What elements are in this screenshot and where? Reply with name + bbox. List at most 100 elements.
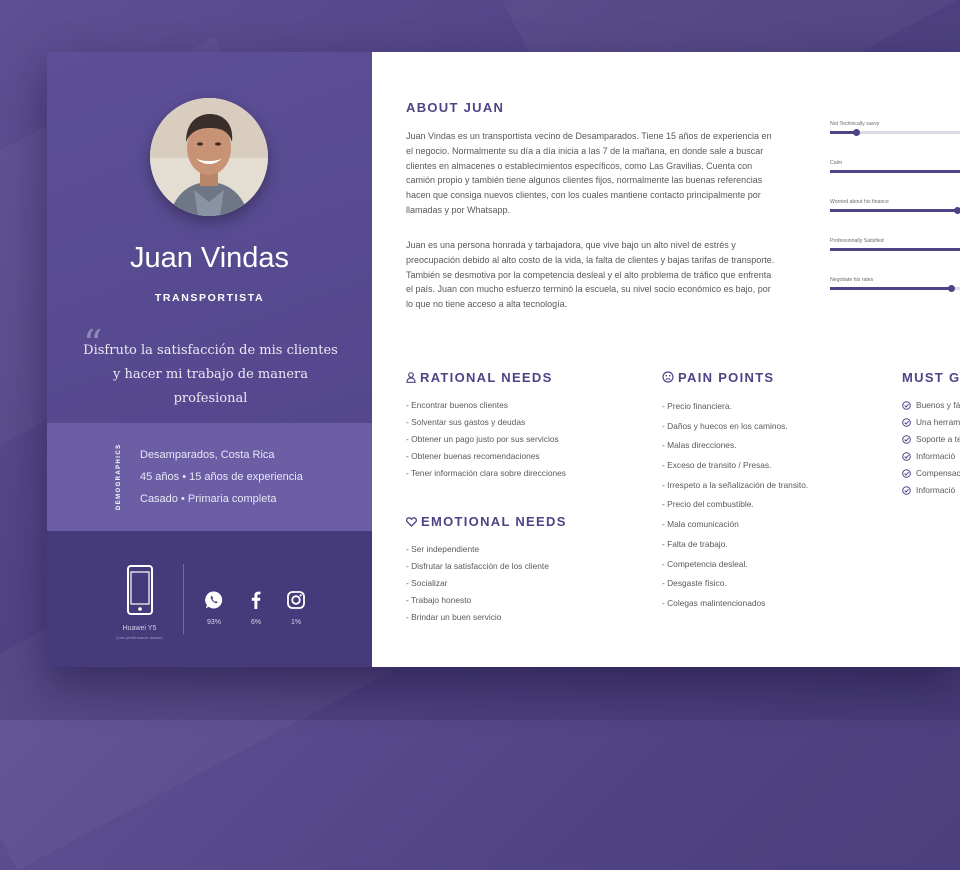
- list-item: Informació: [902, 448, 960, 465]
- list-item-text: - Precio financiera.: [662, 401, 732, 411]
- list-item: Una herram: [902, 414, 960, 431]
- trait-slider[interactable]: [830, 170, 960, 173]
- list-item: - Socializar: [406, 575, 549, 592]
- persona-role: TRANSPORTISTA: [154, 292, 265, 304]
- trait-label: Professionally Satisfied: [830, 238, 884, 244]
- list-item-text: Una herram: [916, 417, 960, 427]
- facebook-icon: [246, 590, 266, 610]
- list-item: - Brindar un buen servicio: [406, 609, 549, 626]
- about-paragraph-1: Juan Vindas es un transportista vecino d…: [406, 131, 772, 215]
- demographics-age: 45 años • 15 años de experiencia: [140, 471, 303, 483]
- list-item: Soporte a te: [902, 431, 960, 448]
- list-item-text: - Precio del combustible.: [662, 499, 754, 510]
- user-icon: [406, 371, 416, 386]
- trait-label: Not Technically savvy: [830, 121, 880, 127]
- list-item-text: - Obtener un pago justo por sus servicio…: [406, 434, 559, 444]
- list-item-text: - Daños y huecos en los caminos.: [662, 420, 788, 431]
- pain-points-label: PAIN POINTS: [678, 370, 775, 385]
- list-item-text: Soporte a te: [916, 434, 960, 444]
- device-name: Huawei Y5: [122, 625, 157, 632]
- list-item-text: - Encontrar buenos clientes: [406, 400, 508, 410]
- list-item: Compensac: [902, 465, 960, 482]
- whatsapp-usage: 93%: [206, 619, 221, 626]
- trait-slider-fill: [830, 170, 960, 173]
- list-item-text: - Obtener buenas recomendaciones: [406, 451, 540, 461]
- list-item: - Colegas malintencionados: [662, 594, 808, 614]
- list-item-text: Informació: [916, 451, 956, 461]
- trait-label: Calm: [830, 160, 843, 166]
- list-item: - Obtener un pago justo por sus servicio…: [406, 431, 566, 448]
- list-item-text: - Disfrutar la satisfacción de los clien…: [406, 561, 549, 571]
- instagram-icon: [286, 590, 306, 610]
- trait-slider[interactable]: [830, 207, 960, 214]
- list-item-text: - Brindar un buen servicio: [406, 612, 502, 622]
- list-item: - Ser independiente: [406, 541, 549, 558]
- about-paragraph-2: Juan es una persona honrada y tarbajador…: [406, 240, 775, 310]
- list-item: - Malas direcciones.: [662, 436, 808, 456]
- smartphone-icon: [127, 565, 153, 619]
- list-item-text: - Malas direcciones.: [662, 440, 737, 451]
- list-item-text: Compensac: [916, 468, 960, 478]
- list-item-text: - Competencia desleal.: [662, 558, 748, 569]
- list-item: - Precio financiera.: [662, 397, 808, 417]
- list-item: - Precio del combustible.: [662, 495, 808, 515]
- list-item-text: - Falta de trabajo.: [662, 538, 728, 549]
- list-item: - Exceso de transito / Presas.: [662, 456, 808, 476]
- must-get-title: MUST GE: [902, 370, 960, 385]
- list-item-text: - Mala comunicación: [662, 519, 739, 530]
- list-item-text: - Trabajo honesto: [406, 595, 472, 605]
- list-item: Buenos y fá: [902, 397, 960, 414]
- list-item-text: - Desgaste físico.: [662, 578, 727, 589]
- list-item-text: - Exceso de transito / Presas.: [662, 460, 772, 471]
- trait-slider-fill: [830, 248, 960, 251]
- device-subtitle: (Low performance device): [116, 635, 163, 640]
- demographics-title: DEMOGRAPHICS: [116, 443, 122, 510]
- demographics-status: Casado • Primaria completa: [140, 493, 277, 505]
- trait-slider[interactable]: [830, 129, 960, 136]
- check-icon: [902, 435, 911, 445]
- trait-slider-fill: [830, 287, 951, 290]
- facebook-usage: 6%: [250, 619, 262, 626]
- list-item-text: - Socializar: [406, 578, 448, 588]
- list-item-text: - Tener información clara sobre direccio…: [406, 468, 566, 478]
- check-icon: [902, 486, 911, 496]
- emotional-needs-title: EMOTIONAL NEEDS: [405, 514, 567, 530]
- whatsapp-icon: [204, 590, 224, 610]
- trait-slider[interactable]: [830, 248, 960, 251]
- about-title: ABOUT JUAN: [406, 100, 505, 115]
- list-item: - Falta de trabajo.: [662, 535, 808, 555]
- heart-icon: [405, 515, 418, 530]
- trait-label: Negotiate his rates: [830, 277, 874, 283]
- emotional-needs-label: EMOTIONAL NEEDS: [421, 514, 567, 529]
- persona-name: Juan Vindas: [129, 242, 290, 274]
- emotional-needs-list: - Ser independiente - Disfrutar la satisf…: [406, 541, 549, 626]
- list-item-text: - Irrespeto a la señalización de transit…: [662, 479, 809, 490]
- list-item: - Competencia desleal.: [662, 555, 808, 575]
- must-get-list: Buenos y fá Una herram Soporte a te Informa…: [902, 397, 960, 499]
- sad-face-icon: [662, 371, 674, 386]
- list-item: - Daños y huecos en los caminos.: [662, 417, 808, 437]
- instagram-usage: 1%: [290, 619, 302, 626]
- list-item: - Desgaste físico.: [662, 574, 808, 594]
- check-icon: [902, 418, 911, 428]
- list-item-text: Informació: [916, 485, 956, 495]
- list-item: - Irrespeto a la señalización de transit…: [662, 476, 808, 496]
- trait-label: Worried about his finance: [830, 199, 889, 205]
- list-item: Informació: [902, 482, 960, 499]
- trait-slider-knob[interactable]: [948, 285, 955, 292]
- trait-slider-fill: [830, 209, 957, 212]
- trait-slider-knob[interactable]: [954, 207, 960, 214]
- portrait-photo-icon: [150, 98, 268, 216]
- trait-slider-knob[interactable]: [853, 129, 860, 136]
- avatar: [150, 98, 268, 216]
- pain-points-list: - Precio financiera. - Daños y huecos en …: [662, 397, 808, 614]
- demographics-location: Desamparados, Costa Rica: [140, 449, 275, 461]
- list-item-text: - Ser independiente: [406, 544, 480, 554]
- check-icon: [902, 452, 911, 462]
- rational-needs-label: RATIONAL NEEDS: [420, 370, 553, 385]
- list-item-text: - Colegas malintencionados: [662, 597, 766, 608]
- list-item: - Trabajo honesto: [406, 592, 549, 609]
- trait-slider[interactable]: [830, 285, 960, 292]
- check-icon: [902, 469, 911, 479]
- rational-needs-list: - Encontrar buenos clientes - Solventar s…: [406, 397, 566, 482]
